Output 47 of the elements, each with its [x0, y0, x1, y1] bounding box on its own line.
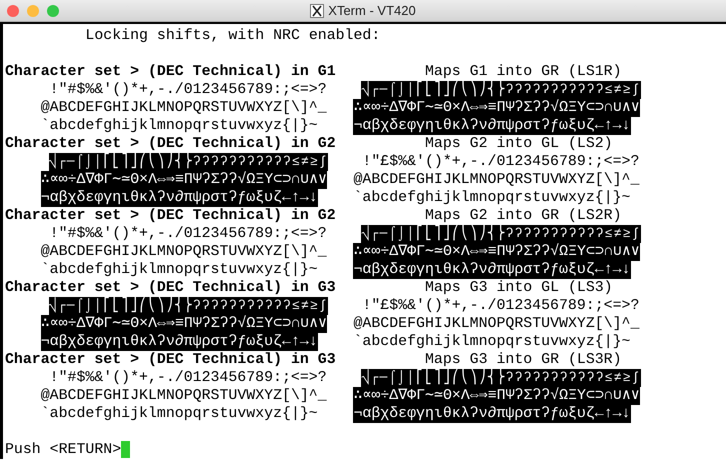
terminal-text: Locking shifts, with NRC enabled: — [85, 28, 380, 44]
character-row: @ABCDEFGHIJKLMNOPQRSTUVWXYZ[\]^_ — [40, 387, 327, 405]
character-row: `abcdefghijklmnopqrstuvwxyz{|}~ — [40, 261, 318, 279]
character-row: `abcdefghijklmnopqrstuvwxyz{|}~ — [353, 333, 630, 351]
character-row: `abcdefghijklmnopqrstuvwxyz{|}~ — [353, 189, 630, 207]
x-window-icon — [310, 4, 324, 18]
close-button[interactable] — [7, 5, 19, 17]
section-heading: Character set > (DEC Technical) in G2 — [5, 136, 336, 152]
character-row: !"#$%&'()*+,-./0123456789:;<=>? — [50, 369, 327, 387]
character-row: !"#$%&'()*+,-./0123456789:;<=>? — [50, 81, 327, 99]
highlighted-character-row: ∴∝∞÷Δ∇ΦΓ∼≃Θ×Λ⇔⇒≡ΠΨʔΣʔʔ√ΩΞΥ⊂⊃∩∪∧∨ — [40, 171, 328, 189]
highlighted-character-row: ¬αβχδεφγηιθκλʔν∂πψρστʔƒωξυζ←↑→↓ — [40, 333, 318, 351]
highlighted-character-row: ¬αβχδεφγηιθκλʔν∂πψρστʔƒωξυζ←↑→↓ — [353, 117, 630, 135]
character-row: @ABCDEFGHIJKLMNOPQRSTUVWXYZ[\]^_ — [40, 99, 327, 117]
window-title: XTerm - VT420 — [328, 2, 416, 20]
section-heading: Character set > (DEC Technical) in G1 — [5, 64, 336, 80]
character-row: @ABCDEFGHIJKLMNOPQRSTUVWXYZ[\]^_ — [40, 243, 327, 261]
character-row: `abcdefghijklmnopqrstuvwxyz{|}~ — [40, 405, 318, 423]
highlighted-character-row: ⎷┌─⌠⌡│⎡⎣⎤⎦⎛⎝⎞⎠⎨⎬ʔʔʔʔʔʔʔʔʔʔʔ≤≠≥∫ — [361, 225, 641, 243]
highlighted-character-row: ∴∝∞÷Δ∇ΦΓ∼≃Θ×Λ⇔⇒≡ΠΨʔΣʔʔ√ΩΞΥ⊂⊃∩∪∧∨ — [353, 243, 640, 261]
character-row: @ABCDEFGHIJKLMNOPQRSTUVWXYZ[\]^_ — [353, 315, 640, 333]
minimize-button[interactable] — [27, 5, 39, 17]
mapping-label: Maps G1 into GR (LS1R) — [424, 64, 622, 80]
highlighted-character-row: ⎷┌─⌠⌡│⎡⎣⎤⎦⎛⎝⎞⎠⎨⎬ʔʔʔʔʔʔʔʔʔʔʔ≤≠≥∫ — [48, 297, 328, 315]
highlighted-character-row: ∴∝∞÷Δ∇ΦΓ∼≃Θ×Λ⇔⇒≡ΠΨʔΣʔʔ√ΩΞΥ⊂⊃∩∪∧∨ — [40, 315, 328, 333]
prompt-text: Push <RETURN> — [5, 442, 122, 458]
character-row: `abcdefghijklmnopqrstuvwxyz{|}~ — [40, 117, 318, 135]
mapping-label: Maps G2 into GL (LS2) — [424, 136, 613, 152]
highlighted-character-row: ¬αβχδεφγηιθκλʔν∂πψρστʔƒωξυζ←↑→↓ — [353, 261, 630, 279]
highlighted-character-row: ∴∝∞÷Δ∇ΦΓ∼≃Θ×Λ⇔⇒≡ΠΨʔΣʔʔ√ΩΞΥ⊂⊃∩∪∧∨ — [353, 387, 640, 405]
mapping-label: Maps G2 into GR (LS2R) — [424, 208, 622, 224]
character-row: !"#$%&'()*+,-./0123456789:;<=>? — [50, 225, 327, 243]
highlighted-character-row: ¬αβχδεφγηιθκλʔν∂πψρστʔƒωξυζ←↑→↓ — [40, 189, 318, 207]
highlighted-character-row: ∴∝∞÷Δ∇ΦΓ∼≃Θ×Λ⇔⇒≡ΠΨʔΣʔʔ√ΩΞΥ⊂⊃∩∪∧∨ — [353, 99, 640, 117]
highlighted-character-row: ¬αβχδεφγηιθκλʔν∂πψρστʔƒωξυζ←↑→↓ — [353, 405, 630, 423]
mapping-label: Maps G3 into GR (LS3R) — [424, 352, 622, 368]
zoom-button[interactable] — [47, 5, 59, 17]
character-row: !"£$%&'()*+,-./0123456789:;<=>? — [362, 153, 640, 171]
mapping-label: Maps G3 into GL (LS3) — [424, 280, 613, 296]
highlighted-character-row: ⎷┌─⌠⌡│⎡⎣⎤⎦⎛⎝⎞⎠⎨⎬ʔʔʔʔʔʔʔʔʔʔʔ≤≠≥∫ — [361, 81, 641, 99]
highlighted-character-row: ⎷┌─⌠⌡│⎡⎣⎤⎦⎛⎝⎞⎠⎨⎬ʔʔʔʔʔʔʔʔʔʔʔ≤≠≥∫ — [361, 369, 641, 387]
highlighted-character-row: ⎷┌─⌠⌡│⎡⎣⎤⎦⎛⎝⎞⎠⎨⎬ʔʔʔʔʔʔʔʔʔʔʔ≤≠≥∫ — [48, 153, 328, 171]
character-row: !"£$%&'()*+,-./0123456789:;<=>? — [362, 297, 640, 315]
section-heading: Character set > (DEC Technical) in G2 — [5, 208, 336, 224]
section-heading: Character set > (DEC Technical) in G3 — [5, 280, 336, 296]
section-heading: Character set > (DEC Technical) in G3 — [5, 352, 336, 368]
character-row: @ABCDEFGHIJKLMNOPQRSTUVWXYZ[\]^_ — [353, 171, 640, 189]
